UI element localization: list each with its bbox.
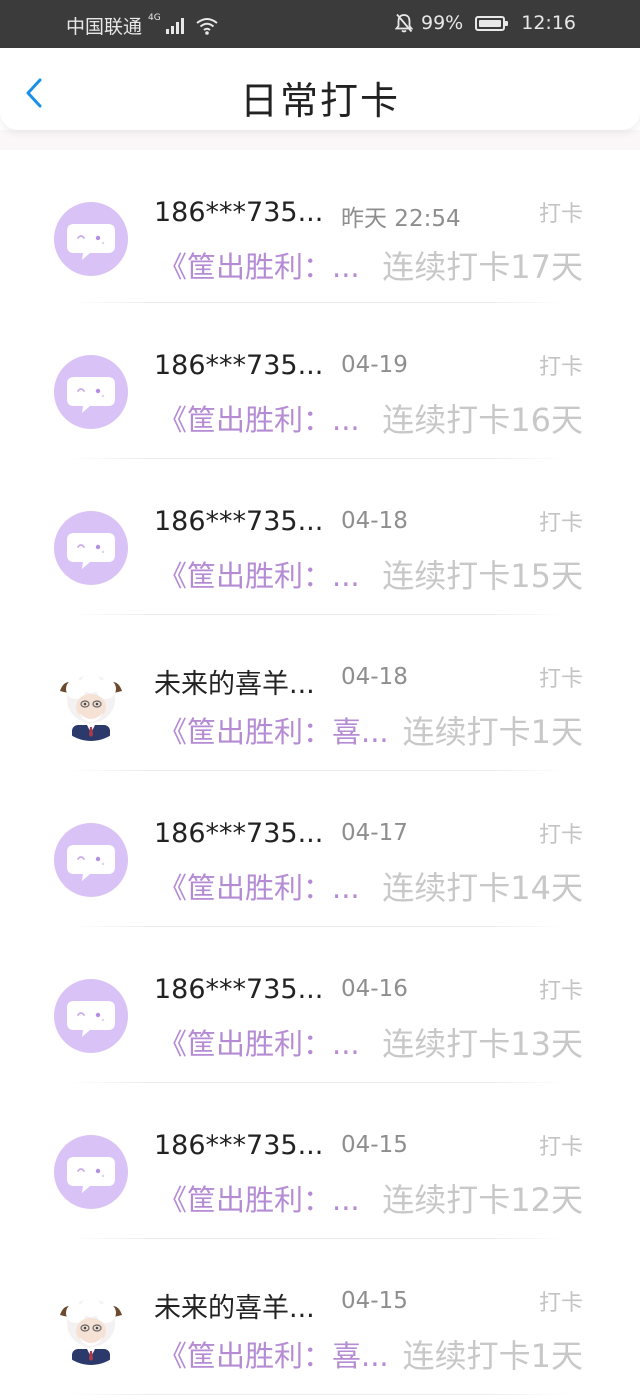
checkin-time: 04-16 (341, 976, 408, 1002)
page-title: 日常打卡 (239, 79, 400, 123)
user-name: 186***735... (154, 506, 324, 537)
chat-bubble-icon (67, 1157, 115, 1193)
battery-percent: 99% (421, 12, 464, 34)
clock: 12:16 (521, 12, 576, 34)
book-title: 《筐出胜利：喜... (158, 1339, 389, 1373)
checkin-list-item[interactable]: 186***735... 04-18 打卡《筐出胜利：... 连续打卡15天 (0, 459, 640, 615)
checkin-time: 04-18 (341, 664, 408, 690)
checkin-list-item[interactable]: 186***735... 04-16 打卡《筐出胜利：... 连续打卡13天 (0, 927, 640, 1083)
streak-text: 连续打卡14天 (382, 869, 583, 907)
chat-bubble-icon (67, 1001, 115, 1037)
signal-icon (165, 17, 184, 34)
user-name: 186***735... (154, 1130, 324, 1161)
checkin-list-item[interactable]: 186***735... 04-19 打卡《筐出胜利：... 连续打卡16天 (0, 303, 640, 459)
status-bar: 中国联通 4G 99% 12:16 (0, 0, 640, 48)
checkin-time: 昨天 22:54 (341, 206, 461, 232)
streak-text: 连续打卡17天 (382, 248, 583, 286)
book-title: 《筐出胜利：... (158, 1027, 360, 1061)
checkin-tag: 打卡 (538, 202, 583, 227)
avatar[interactable] (54, 823, 128, 897)
checkin-tag: 打卡 (538, 979, 583, 1004)
checkin-list-item[interactable]: 186***735... 04-17 打卡《筐出胜利：... 连续打卡14天 (0, 771, 640, 927)
user-name: 未来的喜羊... (154, 669, 315, 700)
checkin-list-item[interactable]: 186***735... 04-15 打卡《筐出胜利：... 连续打卡12天 (0, 1083, 640, 1239)
chat-bubble-icon (67, 533, 115, 569)
checkin-time: 04-15 (341, 1288, 408, 1314)
book-title: 《筐出胜利：... (158, 871, 360, 905)
sheep-avatar-icon (60, 1297, 122, 1365)
book-title: 《筐出胜利：... (158, 250, 360, 284)
avatar[interactable] (54, 202, 128, 276)
checkin-list-item[interactable]: 未来的喜羊... 04-15 打卡《筐出胜利：喜... 连续打卡1天 (0, 1239, 640, 1395)
book-title: 《筐出胜利：... (158, 1183, 360, 1217)
streak-text: 连续打卡15天 (382, 557, 583, 595)
checkin-time: 04-18 (341, 508, 408, 534)
status-bar-left: 中国联通 4G (66, 12, 218, 39)
checkin-tag: 打卡 (538, 511, 583, 536)
user-name: 186***735... (154, 350, 324, 381)
chat-bubble-icon (67, 224, 115, 260)
streak-text: 连续打卡13天 (382, 1025, 583, 1063)
checkin-list-item[interactable]: 186***735... 昨天 22:54 打卡《筐出胜利：... 连续打卡17天 (0, 150, 640, 303)
header-gap (0, 130, 640, 150)
mute-bell-icon (395, 13, 413, 33)
avatar[interactable] (54, 511, 128, 585)
checkin-tag: 打卡 (538, 1291, 583, 1316)
book-title: 《筐出胜利：... (158, 559, 360, 593)
chat-bubble-icon (67, 845, 115, 881)
network-type: 4G (148, 12, 161, 23)
checkin-list: 186***735... 昨天 22:54 打卡 《筐出胜利：... 连续打卡17天 1… (0, 150, 640, 1395)
streak-text: 连续打卡12天 (382, 1181, 583, 1219)
checkin-time: 04-19 (341, 352, 408, 378)
book-title: 《筐出胜利：... (158, 403, 360, 437)
user-name: 186***735... (154, 197, 324, 228)
user-name: 186***735... (154, 974, 324, 1005)
book-title: 《筐出胜利：喜... (158, 715, 389, 749)
user-name: 186***735... (154, 818, 324, 849)
checkin-time: 04-15 (341, 1132, 408, 1158)
chat-bubble-icon (67, 377, 115, 413)
streak-text: 连续打卡16天 (382, 401, 583, 439)
battery-icon (475, 15, 509, 31)
sheep-avatar-icon (60, 673, 122, 741)
wifi-icon (196, 17, 218, 35)
avatar[interactable] (54, 1291, 128, 1365)
app-header: 日常打卡 (0, 48, 640, 130)
checkin-list-item[interactable]: 未来的喜羊... 04-18 打卡《筐出胜利：喜... 连续打卡1天 (0, 615, 640, 771)
user-name: 未来的喜羊... (154, 1293, 315, 1324)
avatar[interactable] (54, 667, 128, 741)
checkin-tag: 打卡 (538, 355, 583, 380)
checkin-tag: 打卡 (538, 823, 583, 848)
streak-text: 连续打卡1天 (402, 713, 583, 751)
avatar[interactable] (54, 979, 128, 1053)
avatar[interactable] (54, 355, 128, 429)
checkin-tag: 打卡 (538, 1135, 583, 1160)
carrier-name: 中国联通 (66, 16, 143, 38)
status-bar-right: 99% 12:16 (395, 12, 576, 34)
checkin-time: 04-17 (341, 820, 408, 846)
checkin-tag: 打卡 (538, 667, 583, 692)
avatar[interactable] (54, 1135, 128, 1209)
streak-text: 连续打卡1天 (402, 1337, 583, 1375)
